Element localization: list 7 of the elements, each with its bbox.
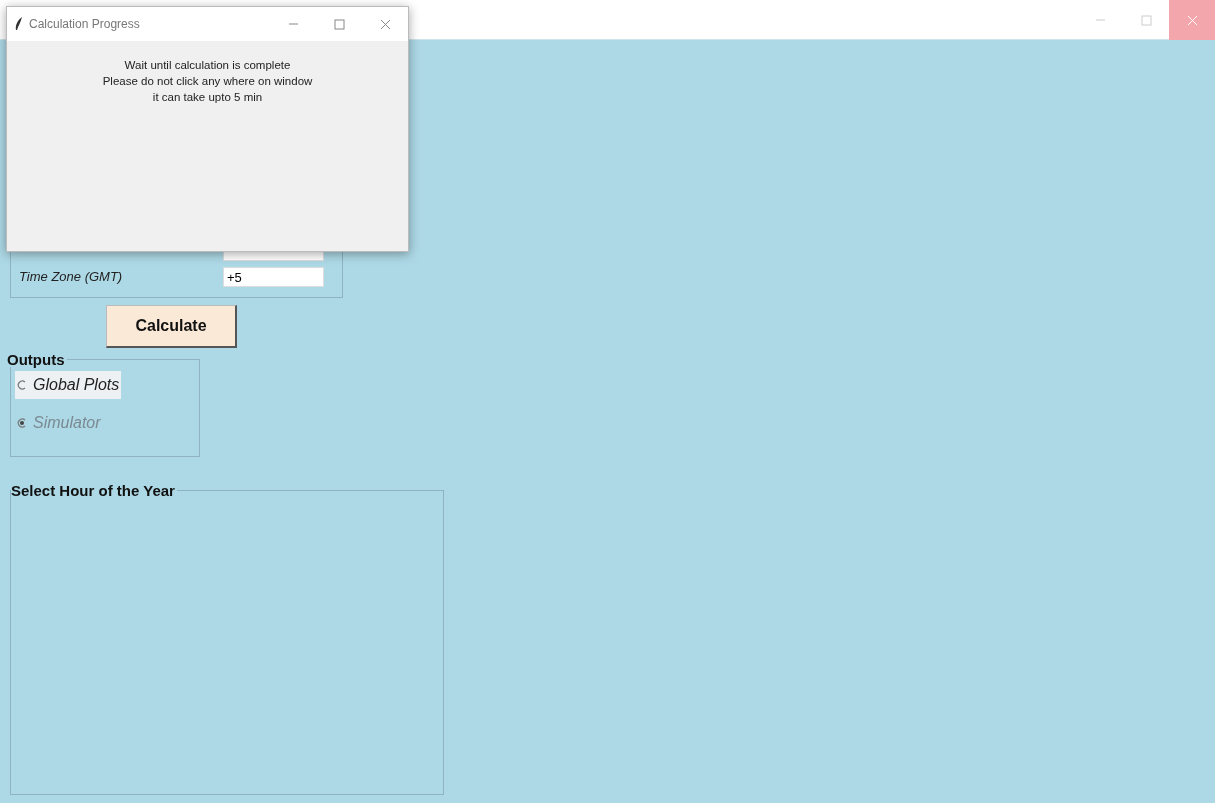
panel-title: Outputs [7,352,66,367]
panel-title: Select Hour of the Year [11,483,176,498]
message-text: it can take upto 5 min [151,90,264,105]
message-text: Wait until calculation is complete [123,58,292,73]
message-text: Please do not click any where on window [101,74,314,89]
field-label: Time Zone (GMT) [19,268,124,287]
window-title: Calculation Progress [29,16,141,33]
